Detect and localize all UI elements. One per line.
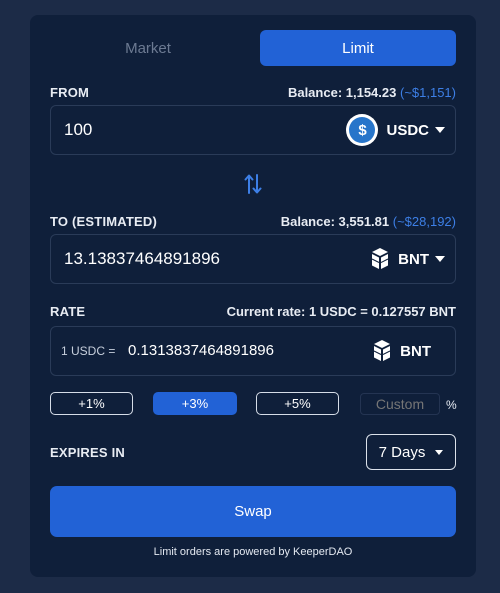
bnt-icon [370,247,390,271]
to-token-symbol: BNT [398,250,429,268]
expires-label: EXPIRES IN [50,445,125,460]
rate-token-symbol: BNT [400,342,431,360]
usdc-icon: $ [346,114,379,146]
from-balance-usd: (~$1,151) [399,85,456,100]
tab-limit[interactable]: Limit [260,30,456,66]
rate-prefix: 1 USDC = [61,344,116,358]
to-token-selector[interactable]: BNT [370,235,445,283]
to-balance-usd: (~$28,192) [392,214,456,229]
from-balance: Balance: 1,154.23 (~$1,151) [288,85,456,100]
rate-label: RATE [50,304,86,319]
expires-value: 7 Days [378,443,426,461]
swap-direction-icon[interactable] [244,173,262,195]
from-amount-input[interactable] [64,106,324,154]
from-label: FROM [50,85,90,100]
to-field: BNT [50,234,456,284]
from-field: $ USDC [50,105,456,155]
percent-sign: % [446,398,457,412]
rate-field: 1 USDC = 0.1313837464891896 BNT [50,326,456,376]
to-label: TO (ESTIMATED) [50,214,158,229]
to-balance: Balance: 3,551.81 (~$28,192) [281,214,456,229]
chevron-down-icon [435,449,444,455]
from-token-symbol: USDC [386,121,429,139]
to-amount-input[interactable] [64,235,324,283]
percent-option-5[interactable]: +5% [256,392,339,415]
percent-option-1[interactable]: +1% [50,392,133,415]
rate-token: BNT [372,327,431,375]
custom-percent-input[interactable] [360,393,440,415]
to-balance-amount: Balance: 3,551.81 [280,214,390,229]
from-token-selector[interactable]: $ USDC [346,106,445,154]
order-type-tabs: Market Limit [50,30,456,66]
limit-order-card: Market Limit FROM Balance: 1,154.23 (~$1… [30,15,476,577]
tab-market[interactable]: Market [50,30,246,66]
from-balance-amount: Balance: 1,154.23 [287,85,397,100]
bnt-icon [372,339,392,363]
chevron-down-icon [435,127,445,133]
current-rate: Current rate: 1 USDC = 0.127557 BNT [226,304,456,319]
expires-dropdown[interactable]: 7 Days [366,434,456,470]
footer-note: Limit orders are powered by KeeperDAO [153,546,353,558]
swap-button[interactable]: Swap [50,486,456,537]
rate-value[interactable]: 0.1313837464891896 [128,327,274,375]
chevron-down-icon [435,256,445,262]
percent-option-3[interactable]: +3% [153,392,237,415]
